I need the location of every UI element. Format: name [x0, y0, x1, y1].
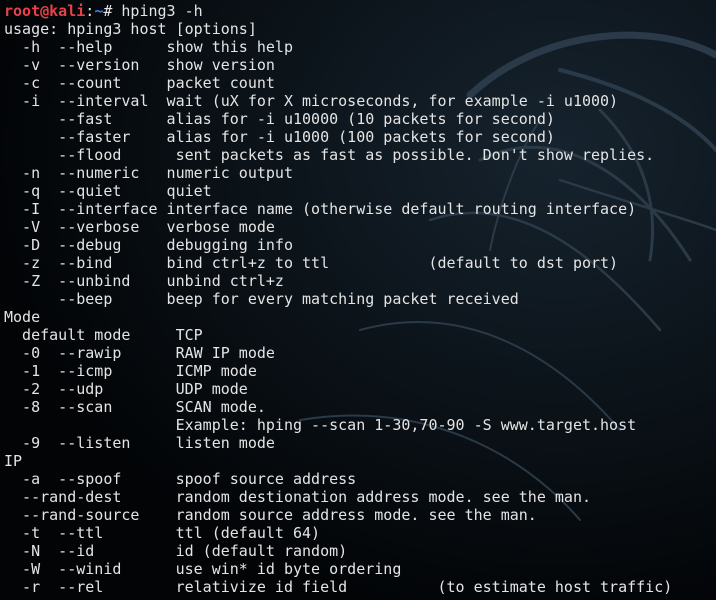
- output-line: -0 --rawip RAW IP mode: [4, 344, 275, 362]
- output-line: IP: [4, 452, 23, 470]
- output-line: --beep beep for every matching packet re…: [4, 290, 519, 308]
- terminal-output: root@kali:~# hping3 -h usage: hping3 hos…: [4, 2, 716, 600]
- output-line: -q --quiet quiet: [4, 182, 212, 200]
- help-output: usage: hping3 host [options] -h --help s…: [4, 20, 716, 596]
- output-line: --flood sent packets as fast as possible…: [4, 146, 655, 164]
- prompt-path: ~: [94, 2, 104, 20]
- prompt-symbol: #: [103, 2, 122, 20]
- output-line: -i --interval wait (uX for X microsecond…: [4, 92, 619, 110]
- prompt-separator: :: [85, 2, 95, 20]
- output-line: default mode TCP: [4, 326, 203, 344]
- output-line: -N --id id (default random): [4, 542, 348, 560]
- terminal-window[interactable]: root@kali:~# hping3 -h usage: hping3 hos…: [0, 0, 716, 600]
- output-line: Example: hping --scan 1-30,70-90 -S www.…: [4, 416, 637, 434]
- output-line: -I --interface interface name (otherwise…: [4, 200, 637, 218]
- output-line: -h --help show this help: [4, 38, 293, 56]
- output-line: -9 --listen listen mode: [4, 434, 275, 452]
- output-line: --rand-source random source address mode…: [4, 506, 537, 524]
- output-line: -Z --unbind unbind ctrl+z: [4, 272, 284, 290]
- output-line: -z --bind bind ctrl+z to ttl (default to…: [4, 254, 619, 272]
- command-text: hping3 -h: [121, 2, 203, 20]
- output-line: -V --verbose verbose mode: [4, 218, 275, 236]
- output-line: --faster alias for -i u1000 (100 packets…: [4, 128, 555, 146]
- output-line: -1 --icmp ICMP mode: [4, 362, 257, 380]
- output-line: -v --version show version: [4, 56, 275, 74]
- prompt-line: root@kali:~# hping3 -h: [4, 2, 716, 20]
- output-line: -t --ttl ttl (default 64): [4, 524, 321, 542]
- output-line: -W --winid use win* id byte ordering: [4, 560, 402, 578]
- prompt-user-host: root@kali: [4, 2, 86, 20]
- output-line: -2 --udp UDP mode: [4, 380, 248, 398]
- output-line: -c --count packet count: [4, 74, 275, 92]
- output-line: --fast alias for -i u10000 (10 packets f…: [4, 110, 555, 128]
- output-line: -8 --scan SCAN mode.: [4, 398, 266, 416]
- output-line: -r --rel relativize id field (to estimat…: [4, 578, 673, 596]
- output-line: usage: hping3 host [options]: [4, 20, 257, 38]
- output-line: -a --spoof spoof source address: [4, 470, 357, 488]
- output-line: --rand-dest random destionation address …: [4, 488, 591, 506]
- output-line: -n --numeric numeric output: [4, 164, 293, 182]
- output-line: -D --debug debugging info: [4, 236, 293, 254]
- output-line: Mode: [4, 308, 41, 326]
